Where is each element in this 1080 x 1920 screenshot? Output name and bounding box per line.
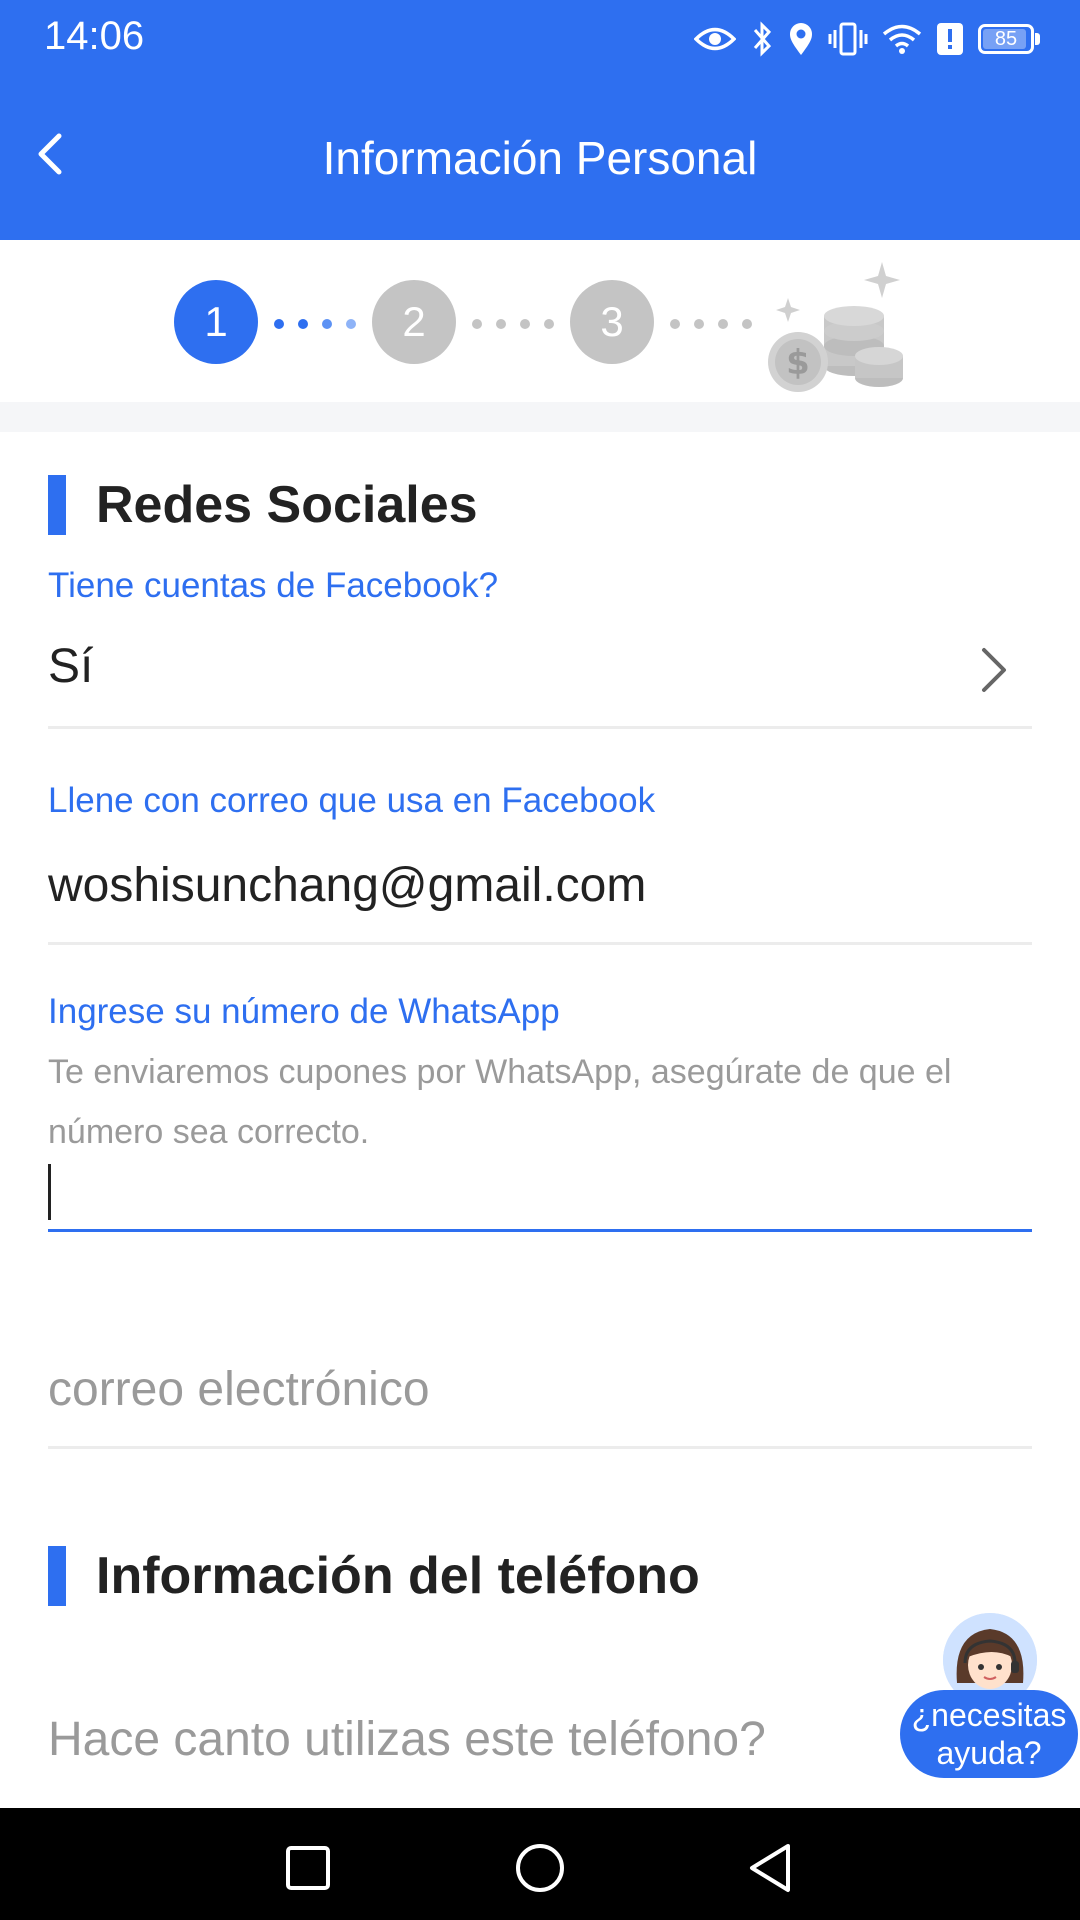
- vibrate-icon: [828, 22, 868, 56]
- section-accent-bar: [48, 1546, 66, 1606]
- text-cursor: [48, 1164, 51, 1220]
- section-title-social: Redes Sociales: [96, 476, 478, 534]
- step-dot: [346, 319, 356, 329]
- facebook-account-select[interactable]: Sí: [48, 627, 1032, 717]
- progress-stepper: 1 2 3 $: [0, 240, 1080, 402]
- facebook-email-label: Llene con correo que usa en Facebook: [48, 781, 656, 820]
- status-icons: 85: [694, 14, 1040, 64]
- eye-icon: [694, 27, 736, 51]
- step-dot: [322, 319, 332, 329]
- whatsapp-number-input[interactable]: [48, 1160, 1032, 1230]
- field-divider: [48, 726, 1032, 729]
- email-input[interactable]: correo electrónico: [48, 1362, 430, 1417]
- svg-text:$: $: [786, 343, 810, 383]
- help-label-line2: ayuda?: [936, 1735, 1042, 1771]
- coins-icon: $: [768, 262, 903, 392]
- facebook-email-field[interactable]: woshisunchang@gmail.com: [48, 858, 646, 913]
- section-title-phone: Información del teléfono: [96, 1547, 700, 1605]
- step-2: 2: [372, 280, 456, 364]
- help-label-line1: ¿necesitas: [911, 1697, 1067, 1733]
- battery-icon: 85: [978, 24, 1040, 54]
- recent-apps-button[interactable]: [278, 1838, 338, 1898]
- section-header-social: Redes Sociales: [48, 475, 478, 535]
- whatsapp-input-underline: [48, 1229, 1032, 1232]
- location-icon: [790, 23, 812, 55]
- step-dot: [694, 319, 704, 329]
- step-dot: [520, 319, 530, 329]
- wifi-icon: [882, 24, 922, 54]
- chevron-right-icon: [982, 648, 1006, 692]
- facebook-question-label: Tiene cuentas de Facebook?: [48, 566, 499, 605]
- step-dot: [274, 319, 284, 329]
- step-dot: [544, 319, 554, 329]
- step-dot: [718, 319, 728, 329]
- step-1: 1: [174, 280, 258, 364]
- field-divider: [48, 1446, 1032, 1449]
- recent-apps-icon: [286, 1846, 330, 1890]
- bluetooth-icon: [753, 21, 772, 57]
- alert-icon: [937, 23, 963, 55]
- help-button[interactable]: ¿necesitas ayuda?: [900, 1610, 1080, 1780]
- phone-usage-select[interactable]: Hace canto utilizas este teléfono?: [48, 1712, 766, 1767]
- section-divider: [0, 402, 1080, 432]
- page-title: Información Personal: [322, 132, 758, 184]
- whatsapp-hint: Te enviaremos cupones por WhatsApp, aseg…: [48, 1053, 952, 1151]
- whatsapp-label: Ingrese su número de WhatsApp: [48, 992, 560, 1031]
- battery-level: 85: [994, 27, 1018, 50]
- back-nav-button[interactable]: [740, 1838, 800, 1898]
- help-label: ¿necesitas ayuda?: [900, 1690, 1078, 1778]
- step-3: 3: [570, 280, 654, 364]
- section-header-phone: Información del teléfono: [48, 1546, 700, 1606]
- status-time: 14:06: [44, 14, 145, 58]
- facebook-account-value: Sí: [48, 640, 94, 693]
- step-dot: [496, 319, 506, 329]
- step-dot: [670, 319, 680, 329]
- back-icon: [750, 1844, 790, 1892]
- app-header: 14:06 85 Información Personal: [0, 0, 1080, 240]
- step-dot: [298, 319, 308, 329]
- step-dot: [472, 319, 482, 329]
- section-accent-bar: [48, 475, 66, 535]
- home-icon: [516, 1844, 564, 1892]
- system-nav-bar: [0, 1808, 1080, 1920]
- field-divider: [48, 942, 1032, 945]
- home-button[interactable]: [510, 1838, 570, 1898]
- step-dot: [742, 319, 752, 329]
